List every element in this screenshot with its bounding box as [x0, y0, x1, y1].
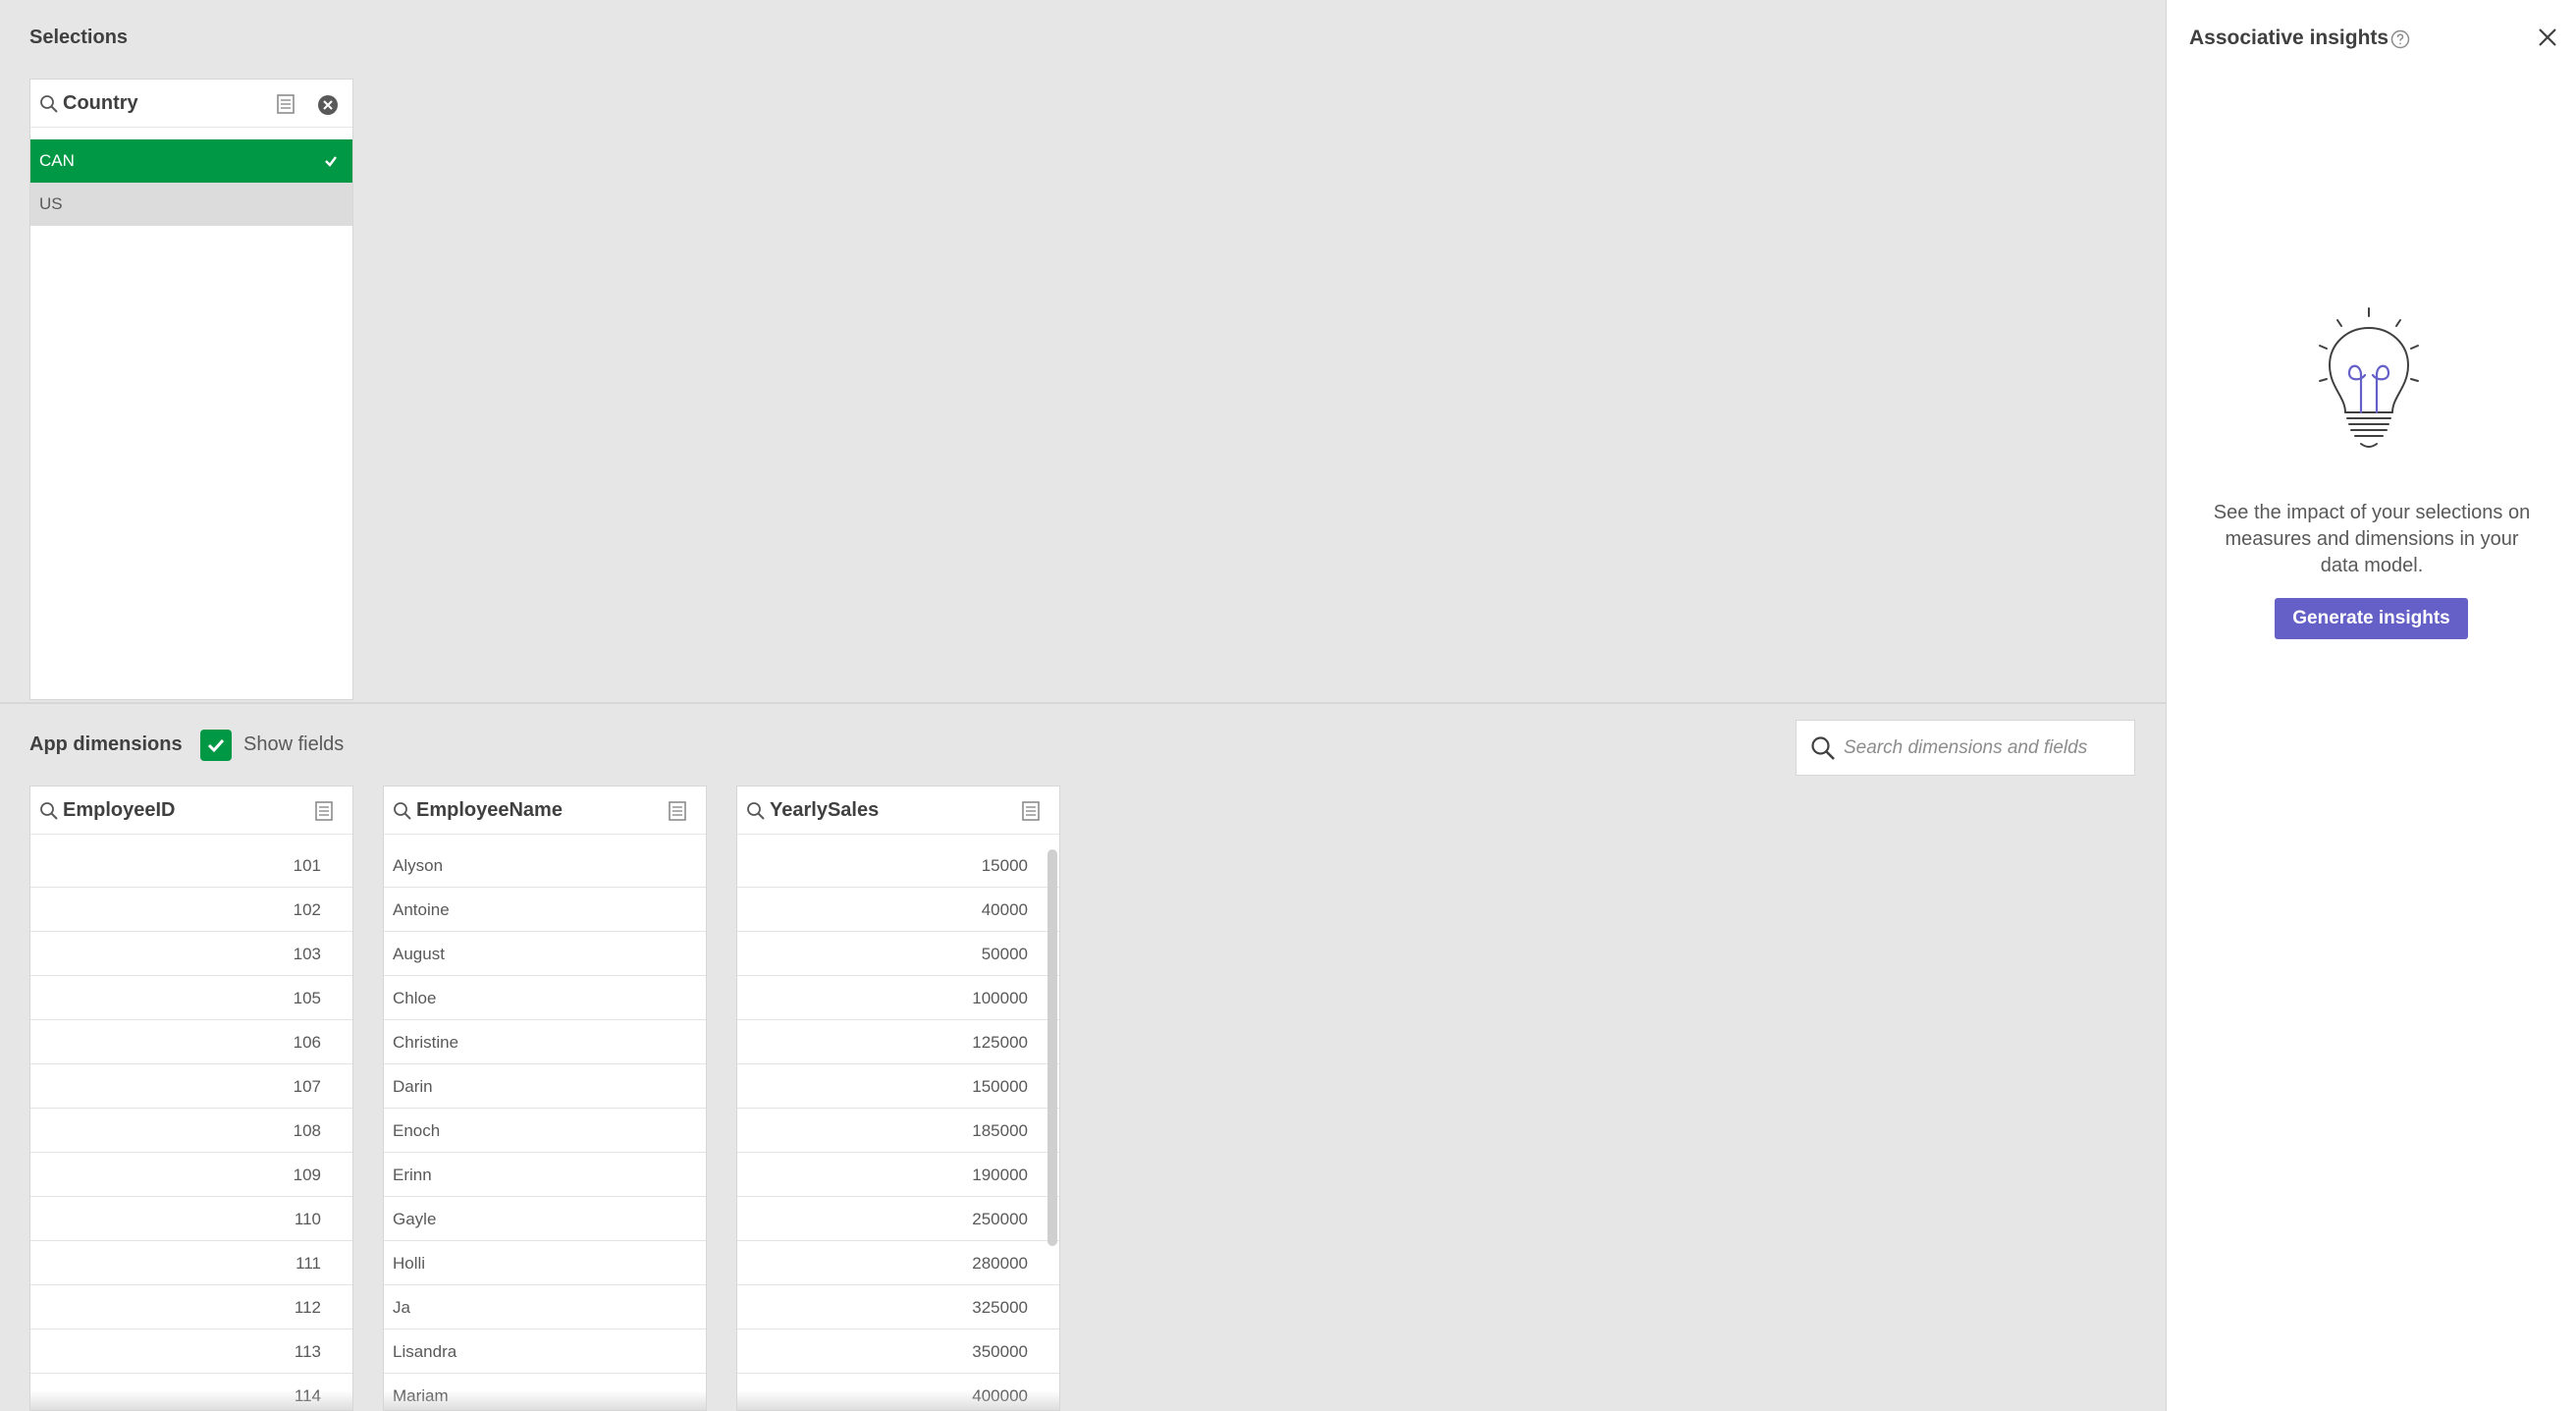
- search-icon[interactable]: [39, 801, 59, 821]
- list-item[interactable]: Holli: [384, 1241, 706, 1285]
- check-icon: [207, 738, 225, 753]
- scroll-fade: [737, 1390, 1059, 1410]
- search-icon[interactable]: [393, 801, 412, 821]
- list-item[interactable]: 107: [30, 1064, 352, 1109]
- show-fields-label[interactable]: Show fields: [243, 733, 344, 756]
- listbox-title: Country: [63, 92, 138, 114]
- panel-title: Associative insights: [2189, 27, 2389, 49]
- listbox-header[interactable]: YearlySales: [737, 787, 1059, 835]
- list-item[interactable]: 150000: [737, 1064, 1059, 1109]
- list-item[interactable]: Enoch: [384, 1109, 706, 1153]
- search-dimensions-input[interactable]: [1844, 721, 2128, 775]
- list-item-alternative[interactable]: US: [30, 183, 352, 226]
- list-item[interactable]: 50000: [737, 932, 1059, 976]
- list-item[interactable]: 105: [30, 976, 352, 1020]
- list-item[interactable]: Gayle: [384, 1197, 706, 1241]
- search-icon[interactable]: [39, 94, 59, 114]
- dimension-search[interactable]: [1796, 720, 2135, 776]
- field-listbox-yearlysales[interactable]: YearlySales 15000 40000 50000 100000 125…: [736, 786, 1060, 1411]
- lightbulb-icon: [2319, 307, 2419, 448]
- list-menu-icon[interactable]: [668, 800, 687, 822]
- list-item[interactable]: 325000: [737, 1285, 1059, 1330]
- selections-title: Selections: [29, 27, 129, 48]
- list-item[interactable]: 103: [30, 932, 352, 976]
- list-item[interactable]: Chloe: [384, 976, 706, 1020]
- listbox-title: EmployeeID: [63, 799, 176, 821]
- list-item[interactable]: 250000: [737, 1197, 1059, 1241]
- search-icon[interactable]: [746, 801, 766, 821]
- main-area: Selections Country CAN US App dimensions…: [0, 0, 2166, 1411]
- list-item[interactable]: 108: [30, 1109, 352, 1153]
- listbox-title: YearlySales: [770, 799, 880, 821]
- clear-selection-icon[interactable]: [317, 94, 339, 116]
- generate-insights-button[interactable]: Generate insights: [2275, 598, 2468, 639]
- scrollbar-thumb[interactable]: [1047, 849, 1057, 1246]
- list-item[interactable]: 106: [30, 1020, 352, 1064]
- list-item[interactable]: 40000: [737, 888, 1059, 932]
- list-item[interactable]: 111: [30, 1241, 352, 1285]
- section-divider: [0, 702, 2166, 704]
- list-item[interactable]: 280000: [737, 1241, 1059, 1285]
- field-listbox-employeename[interactable]: EmployeeName Alyson Antoine August Chloe…: [383, 786, 707, 1411]
- list-item[interactable]: Erinn: [384, 1153, 706, 1197]
- list-item[interactable]: Ja: [384, 1285, 706, 1330]
- list-menu-icon[interactable]: [314, 800, 334, 822]
- list-item-selected[interactable]: CAN: [30, 139, 352, 183]
- list-item[interactable]: 110: [30, 1197, 352, 1241]
- list-item[interactable]: Christine: [384, 1020, 706, 1064]
- listbox-header[interactable]: EmployeeID: [30, 787, 352, 835]
- scroll-fade: [30, 1390, 352, 1410]
- help-icon[interactable]: [2389, 28, 2411, 50]
- list-item[interactable]: Antoine: [384, 888, 706, 932]
- list-item[interactable]: 109: [30, 1153, 352, 1197]
- panel-description: See the impact of your selections on mea…: [2213, 502, 2531, 576]
- search-icon: [1811, 736, 1835, 760]
- list-item[interactable]: August: [384, 932, 706, 976]
- list-menu-icon[interactable]: [276, 93, 295, 115]
- list-item[interactable]: 15000: [737, 843, 1059, 888]
- listbox-header[interactable]: Country: [30, 80, 352, 128]
- field-listbox-employeeid[interactable]: EmployeeID 101 102 103 105 106 107 108 1…: [29, 786, 353, 1411]
- list-item[interactable]: 100000: [737, 976, 1059, 1020]
- list-item[interactable]: Alyson: [384, 843, 706, 888]
- check-icon: [325, 156, 337, 167]
- list-item[interactable]: 101: [30, 843, 352, 888]
- list-item[interactable]: Darin: [384, 1064, 706, 1109]
- listbox-title: EmployeeName: [416, 799, 563, 821]
- list-item[interactable]: 102: [30, 888, 352, 932]
- list-item[interactable]: 350000: [737, 1330, 1059, 1374]
- scroll-fade: [384, 1390, 706, 1410]
- list-item[interactable]: 125000: [737, 1020, 1059, 1064]
- list-menu-icon[interactable]: [1021, 800, 1041, 822]
- list-item[interactable]: Lisandra: [384, 1330, 706, 1374]
- show-fields-checkbox[interactable]: [200, 730, 232, 761]
- listbox-header[interactable]: EmployeeName: [384, 787, 706, 835]
- list-item[interactable]: 113: [30, 1330, 352, 1374]
- list-item[interactable]: 185000: [737, 1109, 1059, 1153]
- app-dimensions-title: App dimensions: [29, 733, 183, 755]
- associative-insights-panel: Associative insights See the impact of y…: [2166, 0, 2576, 1411]
- country-listbox[interactable]: Country CAN US: [29, 79, 353, 700]
- list-item[interactable]: 112: [30, 1285, 352, 1330]
- list-item[interactable]: 190000: [737, 1153, 1059, 1197]
- close-icon[interactable]: [2536, 26, 2559, 49]
